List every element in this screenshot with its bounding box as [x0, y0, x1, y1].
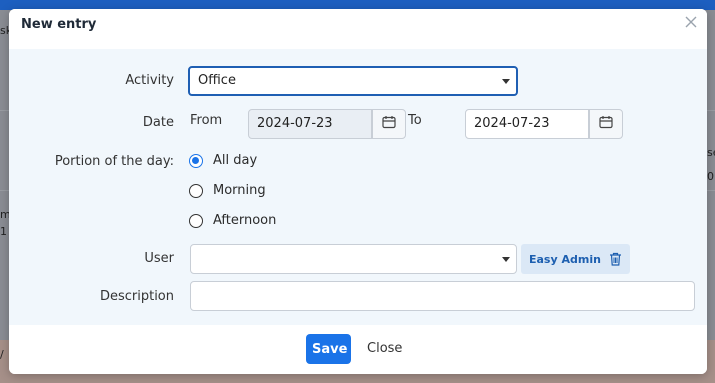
description-input[interactable] [190, 281, 695, 311]
radio-button[interactable] [189, 213, 203, 228]
date-to-label: To [408, 113, 422, 128]
portion-label: Portion of the day: [54, 154, 174, 169]
calendar-icon [382, 115, 396, 133]
date-to-calendar-button[interactable] [589, 109, 623, 139]
radio-button[interactable] [189, 183, 203, 198]
modal-header: New entry [9, 9, 707, 47]
background-text: 0 [707, 170, 714, 183]
chevron-down-icon [502, 257, 510, 262]
background-text: / [0, 348, 4, 361]
save-button[interactable]: Save [306, 334, 351, 364]
date-from-input[interactable]: 2024-07-23 [248, 109, 372, 139]
portion-option-label: All day [213, 153, 258, 168]
user-label: User [144, 251, 174, 266]
close-button[interactable]: Close [361, 334, 408, 364]
portion-option-afternoon[interactable]: Afternoon [189, 213, 276, 228]
portion-option-all-day[interactable]: All day [189, 153, 257, 168]
radio-button[interactable] [189, 153, 203, 168]
portion-option-label: Afternoon [213, 213, 277, 228]
activity-label: Activity [125, 73, 174, 88]
chevron-down-icon [502, 79, 510, 84]
date-from-calendar-button[interactable] [372, 109, 406, 139]
trash-icon[interactable] [609, 252, 622, 266]
modal-footer: Save Close [9, 325, 707, 374]
user-select[interactable] [190, 244, 517, 274]
portion-option-morning[interactable]: Morning [189, 183, 266, 198]
activity-select[interactable]: Office [188, 66, 518, 96]
activity-select-value: Office [198, 73, 236, 88]
date-to-input[interactable]: 2024-07-23 [465, 109, 589, 139]
modal-body: Activity Office Date From 2024-07-23 To … [9, 49, 707, 325]
close-icon[interactable] [683, 15, 699, 31]
description-label: Description [99, 289, 174, 304]
portion-option-label: Morning [213, 183, 266, 198]
user-tag-label: Easy Admin [529, 252, 601, 266]
date-label: Date [142, 115, 174, 130]
user-tag: Easy Admin [521, 244, 630, 274]
date-from-label: From [190, 113, 223, 128]
background-text: se [707, 146, 715, 159]
new-entry-modal: New entry Activity Office Date From 2024… [9, 9, 707, 374]
modal-title: New entry [21, 17, 97, 32]
calendar-icon [599, 115, 613, 133]
